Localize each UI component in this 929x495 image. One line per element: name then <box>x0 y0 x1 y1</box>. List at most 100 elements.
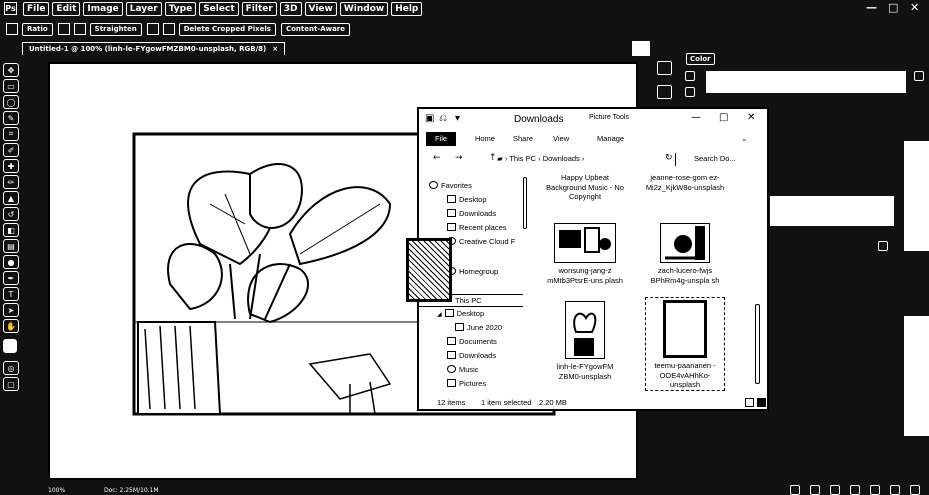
panel-menu-icon[interactable] <box>914 71 924 81</box>
details-view-icon[interactable] <box>745 398 754 407</box>
properties-panel-icon[interactable] <box>657 85 672 99</box>
blur-tool-icon[interactable]: ● <box>3 255 19 269</box>
delete-cropped-pixels-checkbox[interactable]: Delete Cropped Pixels <box>178 22 276 36</box>
tab-home[interactable]: Home <box>475 134 495 143</box>
save-icon[interactable]: ▣ <box>425 113 434 124</box>
nav-desktop-2[interactable]: ◢ Desktop <box>437 309 484 319</box>
fx-icon[interactable] <box>810 485 820 495</box>
file-item[interactable]: jeanne-rose-gom ez-Mi2z_KjkW8o-unsplash <box>645 173 725 192</box>
nav-documents[interactable]: Documents <box>447 337 497 347</box>
refresh-icon[interactable]: ↻ <box>665 153 673 163</box>
dropdown-icon[interactable]: ▾ <box>455 113 460 124</box>
nav-scrollbar[interactable] <box>523 177 527 229</box>
nav-june-2020[interactable]: June 2020 <box>455 323 502 333</box>
tab-view[interactable]: View <box>553 134 569 143</box>
search-input[interactable]: Search Do... <box>675 153 765 166</box>
eraser-tool-icon[interactable]: ◧ <box>3 223 19 237</box>
marquee-tool-icon[interactable]: ▭ <box>3 79 19 93</box>
menu-type[interactable]: Type <box>164 1 197 16</box>
breadcrumb-downloads[interactable]: Downloads <box>543 154 580 163</box>
swap-icon[interactable] <box>57 23 70 35</box>
undo-icon[interactable]: ⎌ <box>439 113 447 124</box>
nav-creative-cloud[interactable]: Creative Cloud F <box>447 237 515 247</box>
large-icons-view-icon[interactable] <box>757 398 766 407</box>
background-swatch-icon[interactable] <box>685 87 695 97</box>
adjustment-icon[interactable] <box>850 485 860 495</box>
nav-downloads[interactable]: Downloads <box>447 209 496 219</box>
tab-close-icon[interactable]: × <box>272 45 278 53</box>
lasso-tool-icon[interactable]: ◯ <box>3 95 19 109</box>
menu-filter[interactable]: Filter <box>241 1 277 16</box>
tab-file[interactable]: File <box>426 132 456 146</box>
type-tool-icon[interactable]: T <box>3 287 19 301</box>
brush-tool-icon[interactable]: ✏ <box>3 175 19 189</box>
settings-gear-icon[interactable] <box>162 23 175 35</box>
nav-pictures[interactable]: Pictures <box>447 379 486 389</box>
straighten-button[interactable]: Straighten <box>89 22 142 36</box>
path-select-tool-icon[interactable]: ➤ <box>3 303 19 317</box>
maximize-button[interactable]: □ <box>888 2 898 14</box>
menu-file[interactable]: File <box>23 1 50 16</box>
close-button[interactable]: ✕ <box>910 2 919 14</box>
path-breadcrumb[interactable]: ▰ › This PC › Downloads › <box>497 153 663 166</box>
tab-manage[interactable]: Manage <box>597 134 624 143</box>
breadcrumb-this-pc[interactable]: This PC <box>509 154 536 163</box>
nav-downloads-2[interactable]: Downloads <box>447 351 496 361</box>
new-group-icon[interactable] <box>870 485 880 495</box>
explorer-minimize-button[interactable]: — <box>691 112 701 123</box>
history-brush-tool-icon[interactable]: ↺ <box>3 207 19 221</box>
healing-brush-tool-icon[interactable]: ✚ <box>3 159 19 173</box>
mask-icon[interactable] <box>830 485 840 495</box>
tab-share[interactable]: Share <box>513 134 533 143</box>
menu-help[interactable]: Help <box>391 1 423 16</box>
menu-select[interactable]: Select <box>199 1 239 16</box>
color-panel-tab[interactable]: Color <box>686 53 715 65</box>
menu-window[interactable]: Window <box>339 1 389 16</box>
trash-icon[interactable] <box>910 485 920 495</box>
foreground-swatch-icon[interactable] <box>685 71 695 81</box>
nav-favorites[interactable]: Favorites <box>429 181 472 191</box>
document-tab[interactable]: Untitled-1 @ 100% (linh-le-FYgowFMZBM0-u… <box>22 42 286 55</box>
history-panel-icon[interactable] <box>657 61 672 75</box>
nav-recent-places[interactable]: Recent places <box>447 223 507 233</box>
quick-mask-icon[interactable]: ◎ <box>3 361 19 375</box>
nav-homegroup[interactable]: Homegroup <box>447 267 498 277</box>
panel-button-icon[interactable] <box>878 241 888 251</box>
chevron-down-icon[interactable]: ◢ <box>437 311 442 318</box>
clone-stamp-tool-icon[interactable]: ▲ <box>3 191 19 205</box>
explorer-maximize-button[interactable]: □ <box>719 112 728 123</box>
clear-icon[interactable] <box>73 23 86 35</box>
file-item[interactable]: Happy Upbeat Background Music - No Copyr… <box>545 173 625 202</box>
gradient-tool-icon[interactable]: ▤ <box>3 239 19 253</box>
new-layer-icon[interactable] <box>890 485 900 495</box>
file-item-selected[interactable]: teemu-paananen -OOE4vAHhKo-unsplash <box>645 297 725 391</box>
move-tool-icon[interactable]: ✥ <box>3 63 19 77</box>
explorer-title-bar[interactable]: ▣ ⎌ ▾ Downloads Picture Tools — □ ✕ <box>419 109 767 129</box>
grid-overlay-icon[interactable] <box>146 23 159 35</box>
zoom-level[interactable]: 100% <box>48 486 65 495</box>
menu-3d[interactable]: 3D <box>279 1 302 16</box>
file-item[interactable]: zach-lucero-fwjs BPhRm4g-unspla sh <box>645 223 725 285</box>
menu-image[interactable]: Image <box>83 1 123 16</box>
back-icon[interactable]: ← <box>433 153 441 163</box>
up-icon[interactable]: ↑ <box>489 153 497 163</box>
eyedropper-tool-icon[interactable]: ✐ <box>3 143 19 157</box>
hand-tool-icon[interactable]: ✋ <box>3 319 19 333</box>
content-aware-checkbox[interactable]: Content-Aware <box>280 22 351 36</box>
screen-mode-icon[interactable]: ▢ <box>3 377 19 391</box>
menu-layer[interactable]: Layer <box>125 1 162 16</box>
nav-music[interactable]: Music <box>447 365 479 375</box>
pen-tool-icon[interactable]: ✒ <box>3 271 19 285</box>
color-spectrum-bar[interactable] <box>706 71 906 93</box>
menu-edit[interactable]: Edit <box>52 1 81 16</box>
minimize-button[interactable]: — <box>866 2 877 14</box>
file-item[interactable]: linh-le-FYgowFM ZBM0-unsplash <box>545 301 625 381</box>
file-item[interactable]: wonsung-jang-z mMtb3PtsrE-uns plash <box>545 223 625 285</box>
foreground-color-swatch[interactable] <box>3 339 17 353</box>
quick-select-tool-icon[interactable]: ✎ <box>3 111 19 125</box>
menu-view[interactable]: View <box>304 1 337 16</box>
link-layers-icon[interactable] <box>790 485 800 495</box>
crop-tool-icon[interactable] <box>6 23 18 35</box>
explorer-close-button[interactable]: ✕ <box>747 112 755 123</box>
ribbon-expand-icon[interactable]: ⌄ <box>741 134 747 143</box>
